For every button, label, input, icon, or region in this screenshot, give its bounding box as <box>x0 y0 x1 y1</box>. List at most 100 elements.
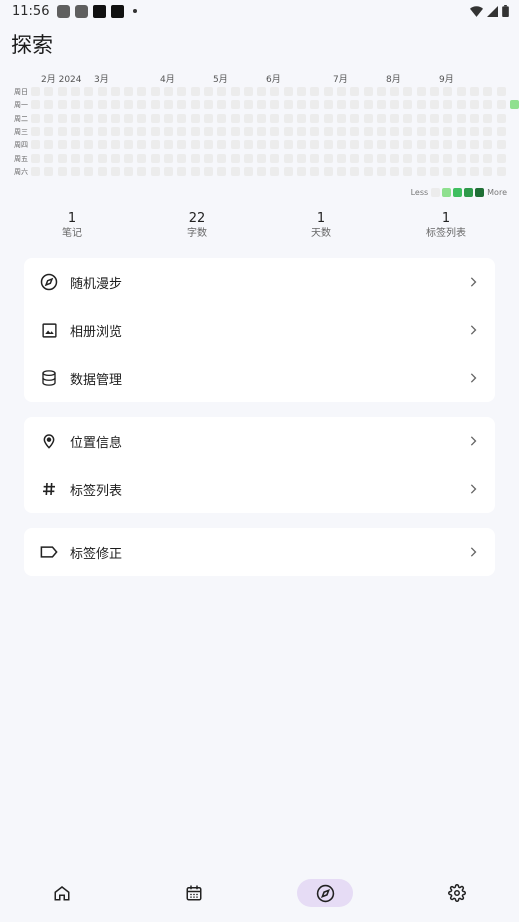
heatmap-cell[interactable] <box>44 153 54 163</box>
heatmap-cell[interactable] <box>283 153 293 163</box>
heatmap-cell[interactable] <box>150 87 160 96</box>
heatmap-cell[interactable] <box>363 166 373 176</box>
heatmap-cell[interactable] <box>483 140 493 150</box>
heatmap-cell[interactable] <box>110 126 120 136</box>
heatmap-cell[interactable] <box>110 153 120 163</box>
heatmap-cell[interactable] <box>84 153 94 163</box>
heatmap-cell[interactable] <box>376 87 386 96</box>
heatmap-cell[interactable] <box>177 126 187 136</box>
heatmap-cell[interactable] <box>257 140 267 150</box>
heatmap-cell[interactable] <box>217 113 227 123</box>
heatmap-cell[interactable] <box>70 100 80 110</box>
heatmap-cell[interactable] <box>243 140 253 150</box>
heatmap-cell[interactable] <box>190 100 200 110</box>
heatmap-cell[interactable] <box>390 100 400 110</box>
heatmap-cell[interactable] <box>297 140 306 150</box>
heatmap-cell[interactable] <box>31 126 40 136</box>
heatmap-cell[interactable] <box>430 113 439 123</box>
heatmap-cell[interactable] <box>203 87 213 96</box>
heatmap-cell[interactable] <box>496 126 506 136</box>
heatmap-cell[interactable] <box>350 140 360 150</box>
heatmap-cell[interactable] <box>124 153 134 163</box>
heatmap-cell[interactable] <box>164 153 173 163</box>
heatmap-cell[interactable] <box>297 153 306 163</box>
heatmap-cell[interactable] <box>70 140 80 150</box>
heatmap-cell[interactable] <box>310 140 320 150</box>
heatmap-cell[interactable] <box>310 100 320 110</box>
heatmap-cell[interactable] <box>443 113 453 123</box>
heatmap-cell[interactable] <box>416 100 426 110</box>
heatmap-cell[interactable] <box>270 140 280 150</box>
menu-item-tag-list[interactable]: 标签列表 <box>24 465 495 513</box>
heatmap-cell[interactable] <box>44 87 54 96</box>
heatmap-cell[interactable] <box>270 153 280 163</box>
heatmap-cell[interactable] <box>57 126 67 136</box>
heatmap-cell[interactable] <box>70 153 80 163</box>
heatmap-cell[interactable] <box>390 113 400 123</box>
heatmap-cell[interactable] <box>283 113 293 123</box>
heatmap-cell[interactable] <box>323 126 333 136</box>
heatmap-cell[interactable] <box>190 126 200 136</box>
heatmap-cell[interactable] <box>483 166 493 176</box>
heatmap-cell[interactable] <box>283 140 293 150</box>
heatmap-cell[interactable] <box>243 87 253 96</box>
heatmap-cell[interactable] <box>243 100 253 110</box>
heatmap-cell[interactable] <box>217 153 227 163</box>
nav-home[interactable] <box>34 879 90 907</box>
heatmap-cell[interactable] <box>270 113 280 123</box>
heatmap-cell[interactable] <box>350 113 360 123</box>
heatmap-cell[interactable] <box>97 113 107 123</box>
heatmap-cell[interactable] <box>430 100 439 110</box>
heatmap-cell[interactable] <box>97 140 107 150</box>
heatmap-cell[interactable] <box>217 140 227 150</box>
heatmap-cell[interactable] <box>443 87 453 96</box>
heatmap-cell[interactable] <box>416 126 426 136</box>
heatmap-cell[interactable] <box>430 140 439 150</box>
heatmap-cell[interactable] <box>469 140 479 150</box>
heatmap-cell[interactable] <box>310 113 320 123</box>
heatmap-cell[interactable] <box>177 100 187 110</box>
heatmap-cell[interactable] <box>430 166 439 176</box>
heatmap-cell[interactable] <box>390 87 400 96</box>
heatmap-cell[interactable] <box>257 166 267 176</box>
heatmap-cell[interactable] <box>323 87 333 96</box>
heatmap-cell[interactable] <box>137 166 147 176</box>
heatmap-cell[interactable] <box>44 140 54 150</box>
heatmap-cell[interactable] <box>496 113 506 123</box>
heatmap-cell[interactable] <box>217 126 227 136</box>
heatmap-cell[interactable] <box>297 113 306 123</box>
heatmap-cell[interactable] <box>44 100 54 110</box>
heatmap-cell[interactable] <box>443 140 453 150</box>
heatmap-cell[interactable] <box>469 113 479 123</box>
heatmap-cell[interactable] <box>31 153 40 163</box>
heatmap-cell[interactable] <box>137 113 147 123</box>
menu-item-data-manage[interactable]: 数据管理 <box>24 354 495 402</box>
heatmap-cell[interactable] <box>164 87 173 96</box>
heatmap-cell[interactable] <box>217 87 227 96</box>
heatmap-cell[interactable] <box>190 140 200 150</box>
heatmap-cell[interactable] <box>430 126 439 136</box>
heatmap-cell[interactable] <box>376 166 386 176</box>
heatmap-cell[interactable] <box>97 87 107 96</box>
heatmap-cell[interactable] <box>376 153 386 163</box>
heatmap-cell[interactable] <box>230 87 240 96</box>
heatmap-cell[interactable] <box>403 87 413 96</box>
heatmap-cell[interactable] <box>416 153 426 163</box>
nav-explore[interactable] <box>297 879 353 907</box>
heatmap-cell[interactable] <box>44 113 54 123</box>
heatmap-cell[interactable] <box>230 153 240 163</box>
heatmap-cell[interactable] <box>44 166 54 176</box>
heatmap-cell[interactable] <box>430 87 439 96</box>
heatmap-cell[interactable] <box>496 166 506 176</box>
heatmap-cell[interactable] <box>177 166 187 176</box>
heatmap-cell[interactable] <box>44 126 54 136</box>
heatmap-cell[interactable] <box>403 153 413 163</box>
heatmap-cell[interactable] <box>164 166 173 176</box>
heatmap-cell[interactable] <box>164 113 173 123</box>
heatmap-cell[interactable] <box>203 100 213 110</box>
heatmap-cell[interactable] <box>363 153 373 163</box>
heatmap-cell[interactable] <box>270 87 280 96</box>
heatmap-cell[interactable] <box>57 140 67 150</box>
heatmap-cell[interactable] <box>270 166 280 176</box>
menu-item-tag-fix[interactable]: 标签修正 <box>24 528 495 576</box>
